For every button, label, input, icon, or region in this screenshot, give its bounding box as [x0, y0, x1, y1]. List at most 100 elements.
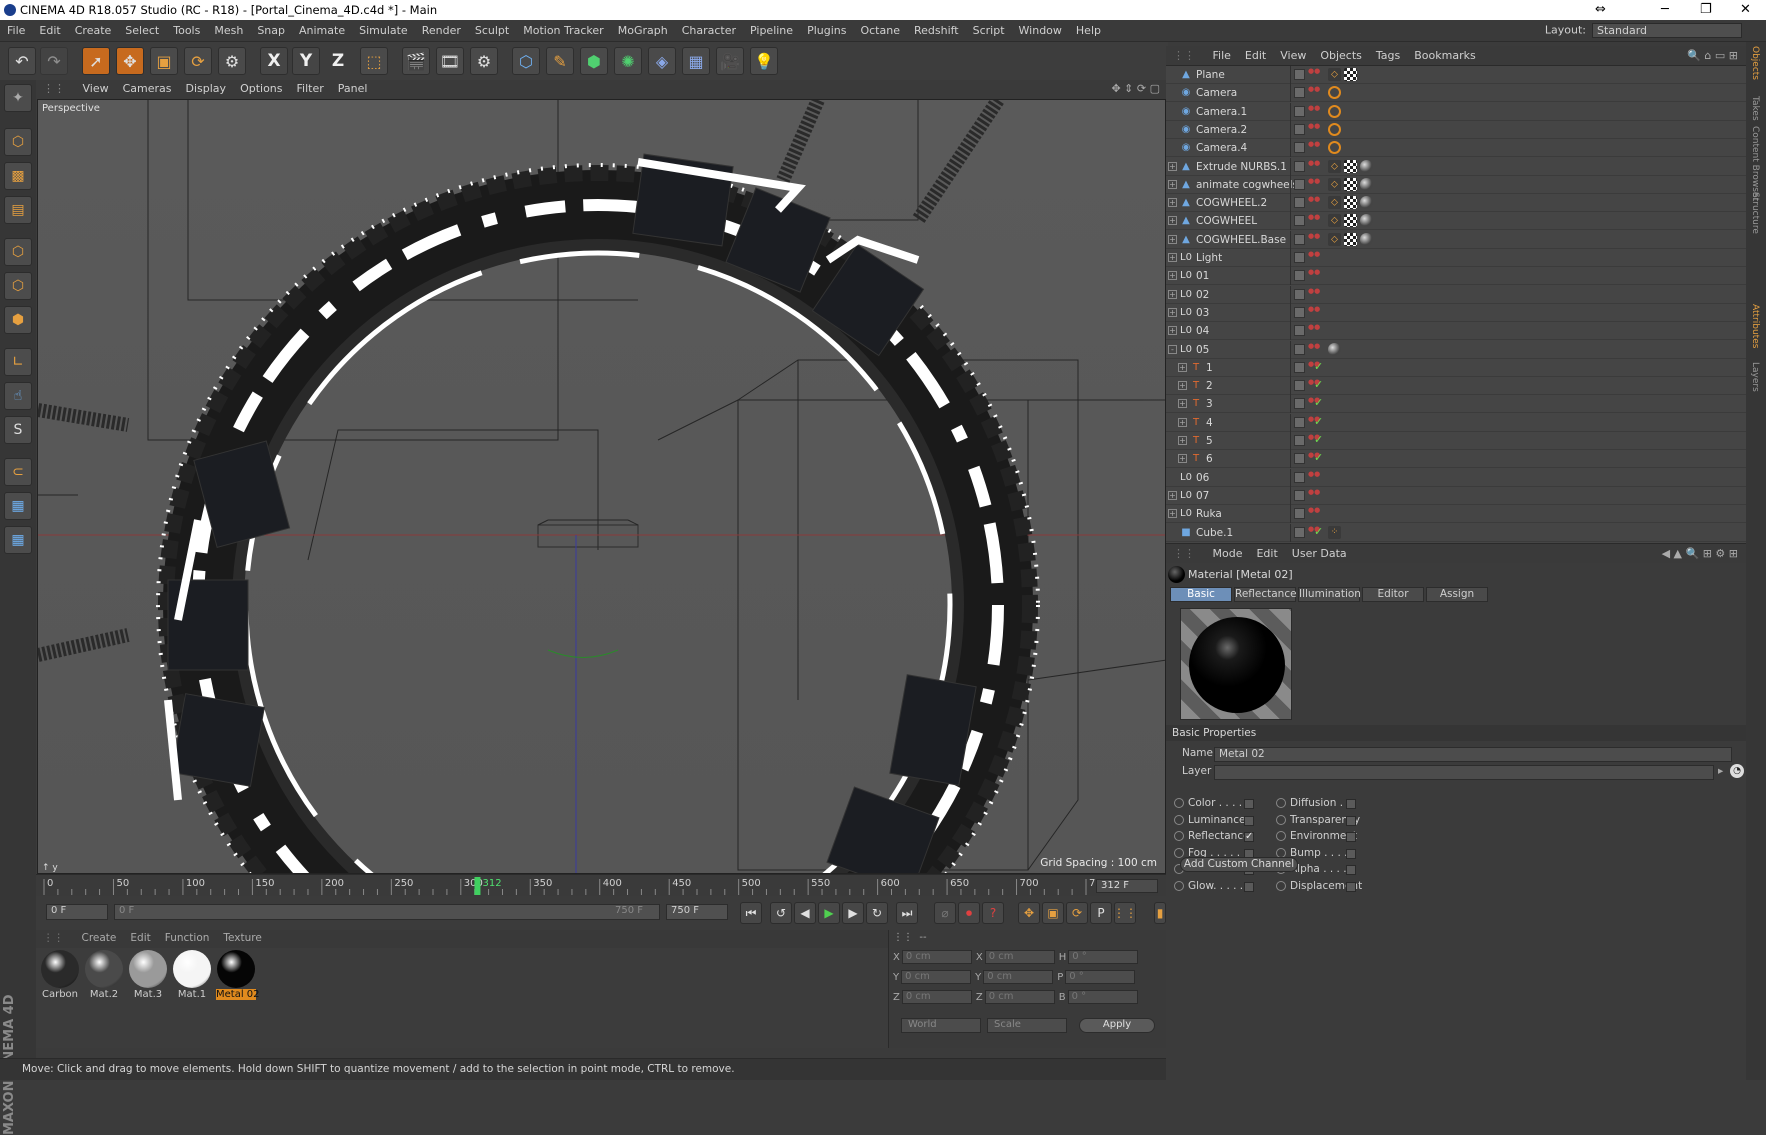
channel-radio-icon[interactable] — [1174, 798, 1184, 808]
expand-toggle-icon[interactable]: + — [1178, 381, 1187, 391]
texture-tag-icon[interactable] — [1344, 177, 1357, 191]
material-swatch-carbon[interactable]: Carbon — [40, 950, 80, 1000]
layer-pick-icon[interactable]: ◔ — [1730, 764, 1744, 778]
material-tag-icon[interactable] — [1360, 196, 1373, 210]
layout-dropdown[interactable]: Standard — [1592, 23, 1742, 38]
coord-value-field[interactable]: 0 ° — [1065, 970, 1136, 984]
texture-tag-icon[interactable] — [1344, 196, 1357, 210]
object-row-02[interactable]: + L0 02 ●● — [1166, 285, 1746, 304]
object-row-6[interactable]: + T 6 ●● ✓ — [1166, 450, 1746, 469]
play-icon[interactable]: ▶ — [818, 902, 840, 924]
texture-tag-icon[interactable] — [1344, 232, 1357, 246]
viewport-menu-cameras[interactable]: Cameras — [116, 80, 179, 95]
channel-displacement[interactable]: Displacement — [1276, 880, 1362, 896]
phong-tag-icon[interactable]: ⬦ — [1328, 177, 1341, 191]
channel-glow[interactable]: Glow. . . . . . — [1174, 880, 1254, 896]
expand-toggle-icon[interactable]: + — [1168, 307, 1177, 317]
channel-diffusion[interactable]: Diffusion . . . — [1276, 797, 1356, 813]
key-parameter-icon[interactable]: P — [1090, 902, 1112, 924]
menu-script[interactable]: Script — [966, 20, 1012, 37]
coord-value-field[interactable]: 0 cm — [901, 970, 972, 984]
viewport-menu-filter[interactable]: Filter — [290, 80, 331, 95]
menu-select[interactable]: Select — [118, 20, 166, 37]
visibility-dots-icon[interactable]: ●● — [1308, 251, 1320, 263]
goto-end-icon[interactable]: ⏭ — [896, 902, 918, 924]
object-row-01[interactable]: + L0 01 ●● — [1166, 267, 1746, 286]
expand-toggle-icon[interactable]: + — [1178, 417, 1187, 427]
channel-radio-icon[interactable] — [1174, 880, 1184, 891]
visibility-dots-icon[interactable]: ●● — [1308, 324, 1320, 336]
phong-tag-icon[interactable]: ⬦ — [1328, 159, 1341, 173]
material-tag-icon[interactable] — [1360, 214, 1373, 228]
channel-radio-icon[interactable] — [1276, 814, 1286, 825]
prev-key-icon[interactable]: ↺ — [770, 902, 792, 924]
channel-radio-icon[interactable] — [1276, 880, 1286, 891]
phong-tag-icon[interactable]: ⬦ — [1328, 68, 1341, 81]
layer-color-icon[interactable] — [1294, 526, 1305, 538]
object-row-camera-2[interactable]: ◉ Camera.2 ●● — [1166, 120, 1746, 139]
model-mode-icon[interactable]: ⬡ — [4, 128, 32, 156]
playhead[interactable] — [474, 877, 481, 895]
visibility-dots-icon[interactable]: ●● — [1308, 507, 1320, 519]
visibility-dots-icon[interactable]: ●● — [1308, 141, 1320, 153]
object-search-icons[interactable]: 🔍 ⌂ ▭ ⊞ — [1687, 49, 1738, 62]
layer-color-icon[interactable] — [1294, 197, 1305, 209]
channel-checkbox[interactable] — [1244, 799, 1254, 809]
layer-color-icon[interactable] — [1294, 233, 1305, 245]
object-row-extrude-nurbs-1[interactable]: + ▲ Extrude NURBS.1 ●● ⬦ — [1166, 157, 1746, 176]
menu-edit[interactable]: Edit — [32, 20, 67, 37]
key-pla-icon[interactable]: ⋮⋮ — [1113, 902, 1137, 924]
visibility-dots-icon[interactable]: ●● — [1308, 488, 1320, 501]
menu-mesh[interactable]: Mesh — [207, 20, 250, 37]
layer-color-icon[interactable] — [1294, 160, 1305, 172]
layer-color-icon[interactable] — [1294, 87, 1305, 99]
tab-editor[interactable]: Editor — [1362, 587, 1424, 602]
object-menu-file[interactable]: File — [1206, 46, 1238, 62]
expand-toggle-icon[interactable]: + — [1178, 362, 1187, 372]
attribute-menu-edit[interactable]: Edit — [1249, 544, 1284, 560]
recent-tool-icon[interactable]: ⚙ — [218, 47, 246, 75]
visibility-dots-icon[interactable]: ●● — [1308, 196, 1320, 208]
expand-toggle-icon[interactable]: + — [1168, 253, 1177, 262]
visibility-dots-icon[interactable]: ●● — [1308, 86, 1320, 98]
channel-checkbox[interactable] — [1346, 799, 1356, 809]
goto-start-icon[interactable]: ⏮ — [740, 902, 762, 924]
object-row-3[interactable]: + T 3 ●● ✓ — [1166, 395, 1746, 414]
current-frame-field[interactable]: 312 F — [1096, 879, 1158, 893]
viewport-nav-icons[interactable]: ✥ ⇕ ⟳ ▢ — [1111, 82, 1160, 95]
channel-radio-icon[interactable] — [1276, 798, 1286, 808]
coord-value-field[interactable]: 0 cm — [901, 950, 972, 964]
material-tag-icon[interactable] — [1360, 159, 1373, 173]
layer-color-icon[interactable] — [1294, 252, 1305, 263]
viewport-menu-view[interactable]: View — [76, 80, 116, 95]
material-preview[interactable] — [1180, 608, 1292, 720]
attribute-menu-mode[interactable]: Mode — [1206, 544, 1250, 560]
layer-color-icon[interactable] — [1294, 508, 1305, 520]
layer-color-icon[interactable] — [1294, 69, 1305, 80]
channel-reflectance[interactable]: Reflectance ✓ — [1174, 830, 1254, 846]
side-tab-layers[interactable]: Layers — [1750, 362, 1760, 392]
enabled-check-icon[interactable]: ✓ — [1314, 433, 1323, 446]
light-bulb-icon[interactable]: 💡 — [750, 47, 778, 75]
key-scale-icon[interactable]: ▣ — [1042, 902, 1064, 924]
protection-tag-icon[interactable] — [1328, 122, 1341, 136]
layer-color-icon[interactable] — [1294, 215, 1305, 227]
expand-toggle-icon[interactable]: + — [1178, 399, 1187, 409]
rotate-tool-icon[interactable]: ⟳ — [184, 47, 212, 75]
menu-file[interactable]: File — [0, 20, 32, 37]
tab-reflectance[interactable]: Reflectance — [1234, 587, 1297, 602]
expand-toggle-icon[interactable]: + — [1168, 490, 1177, 500]
object-row-cogwheel[interactable]: + ▲ COGWHEEL ●● ⬦ — [1166, 212, 1746, 231]
next-key-icon[interactable]: ↻ — [866, 902, 888, 924]
redo-button[interactable]: ↷ — [40, 47, 68, 75]
expand-toggle-icon[interactable]: + — [1168, 216, 1177, 226]
range-slider[interactable]: 0 F 750 F — [114, 904, 660, 920]
menu-motion-tracker[interactable]: Motion Tracker — [516, 20, 610, 37]
enabled-check-icon[interactable]: ✓ — [1314, 451, 1323, 464]
menu-simulate[interactable]: Simulate — [352, 20, 415, 37]
expand-toggle-icon[interactable]: + — [1168, 289, 1177, 299]
visibility-dots-icon[interactable]: ●● — [1308, 470, 1320, 483]
mograph-tag-icon[interactable]: ⁘ — [1328, 525, 1341, 539]
expand-toggle-icon[interactable]: + — [1178, 454, 1187, 464]
coordinate-system-icon[interactable]: ⬚ — [360, 47, 388, 75]
